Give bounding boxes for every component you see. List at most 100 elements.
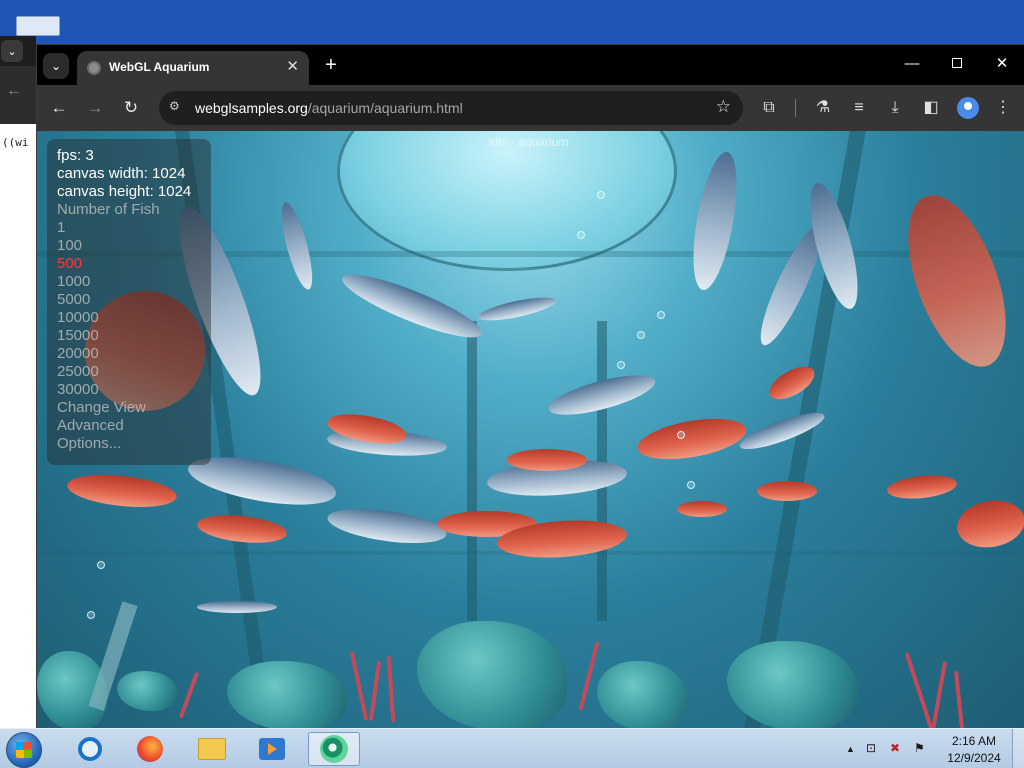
bubble (87, 611, 95, 619)
network-icon[interactable]: ⊡ (866, 741, 876, 755)
coral (904, 652, 934, 729)
red-fish (507, 449, 587, 471)
aquarium-info-panel: fps: 3 canvas width: 1024 canvas height:… (47, 139, 211, 465)
background-browser-window[interactable]: ⌄ ← ((wi (0, 36, 36, 728)
avatar-icon[interactable] (957, 97, 979, 119)
red-fish (888, 182, 1024, 380)
rock (117, 671, 177, 711)
red-fish (757, 481, 817, 501)
tuna-fish (197, 601, 277, 613)
star-icon[interactable]: ☆ (716, 97, 731, 117)
coral (578, 641, 600, 711)
browser-toolbar: ← → ↻ ⚙ webglsamples.org/aquarium/aquari… (37, 85, 1024, 131)
desktop-shortcut-icon[interactable] (16, 16, 60, 36)
red-fish (65, 470, 179, 512)
tuna-fish (476, 292, 558, 326)
url-text[interactable]: webglsamples.org/aquarium/aquarium.html (195, 100, 463, 116)
clock-time[interactable]: 2:16 AM (948, 734, 1000, 748)
bubble (637, 331, 645, 339)
close-icon[interactable]: ✕ (987, 53, 1017, 75)
fish-options-title: Number of Fish (57, 201, 160, 218)
kebab-menu-icon[interactable]: ⋮ (991, 96, 1015, 120)
fish-option-25000[interactable]: 25000 (57, 363, 201, 381)
rock (417, 621, 567, 729)
clock-date[interactable]: 12/9/2024 (944, 751, 1004, 765)
download-icon[interactable]: ⤓ (883, 96, 907, 120)
minimize-icon[interactable]: — (897, 53, 927, 75)
browser-window: ⌄ WebGL Aquarium ✕ + — ✕ ← → ↻ ⚙ webglsa… (36, 44, 1024, 729)
background-toolbar: ← (0, 66, 36, 124)
fish-option-500[interactable]: 500 (57, 255, 201, 273)
options-link[interactable]: Options... (57, 435, 201, 453)
arrow-left-icon[interactable]: ← (47, 96, 71, 120)
page-caption: idle - aquarium (489, 135, 569, 149)
fish-option-10000[interactable]: 10000 (57, 309, 201, 327)
background-titlebar: ⌄ (0, 36, 36, 66)
flag-icon[interactable]: ⚑ (914, 741, 925, 755)
arrow-left-icon[interactable]: ← (6, 82, 22, 100)
advanced-link[interactable]: Advanced (57, 417, 201, 435)
toolbar-divider (795, 99, 796, 117)
fps-readout: fps: 3 (57, 147, 94, 164)
red-fish (677, 501, 727, 517)
puzzle-icon[interactable]: ⧉ (757, 96, 781, 120)
taskbar: ▲ ⊡ ✖ ⚑ 2:16 AM 12/9/2024 (0, 728, 1024, 768)
canvas-width-readout: canvas width: 1024 (57, 165, 186, 182)
tab-search-button[interactable]: ⌄ (43, 53, 69, 79)
firefox-icon[interactable] (124, 732, 176, 766)
fish-option-20000[interactable]: 20000 (57, 345, 201, 363)
tune-icon[interactable]: ⚙ (169, 99, 180, 113)
internet-explorer-icon[interactable] (64, 732, 116, 766)
tuna-fish (325, 502, 449, 550)
fish-option-100[interactable]: 100 (57, 237, 201, 255)
url-host: webglsamples.org (195, 100, 308, 116)
tuna-fish (336, 263, 488, 349)
tuna-fish (275, 199, 319, 293)
playlist-icon[interactable]: ≡ (847, 96, 871, 120)
tuna-fish (685, 148, 745, 294)
fish-option-15000[interactable]: 15000 (57, 327, 201, 345)
folder-icon[interactable] (186, 732, 238, 766)
support-beam (467, 321, 477, 621)
media-player-icon[interactable] (246, 732, 298, 766)
plus-icon[interactable]: + (319, 53, 343, 77)
chrome-app-icon[interactable] (308, 732, 360, 766)
fish-option-1000[interactable]: 1000 (57, 273, 201, 291)
address-bar[interactable]: ⚙ webglsamples.org/aquarium/aquarium.htm… (159, 91, 743, 125)
coral (178, 671, 200, 719)
fish-option-5000[interactable]: 5000 (57, 291, 201, 309)
arrow-right-icon[interactable]: → (83, 96, 107, 120)
background-page-text: ((wi (2, 136, 29, 149)
show-desktop-button[interactable] (1012, 729, 1024, 768)
red-fish (634, 411, 750, 467)
close-icon[interactable]: ✕ (286, 58, 299, 76)
coral (953, 670, 965, 729)
canvas-height-readout: canvas height: 1024 (57, 183, 192, 200)
fish-option-1[interactable]: 1 (57, 219, 201, 237)
aquarium-canvas[interactable]: idle - aquarium fps: 3 canvas width: 102… (37, 131, 1024, 729)
fish-option-30000[interactable]: 30000 (57, 381, 201, 399)
red-fish (886, 472, 958, 502)
maximize-icon[interactable] (942, 53, 972, 75)
globe-icon (87, 61, 101, 75)
windows-start-icon[interactable] (6, 732, 42, 768)
rock (597, 661, 687, 729)
tray-chevron[interactable]: ▲ (846, 744, 855, 754)
reload-icon[interactable]: ↻ (119, 96, 143, 120)
bubble (657, 311, 665, 319)
coral (930, 661, 948, 729)
bubble (687, 481, 695, 489)
bubble (577, 231, 585, 239)
change-view-link[interactable]: Change View (57, 399, 201, 417)
volume-muted-icon[interactable]: ✖ (890, 741, 900, 755)
bubble (617, 361, 625, 369)
red-fish (195, 511, 289, 547)
tab-webgl-aquarium[interactable]: WebGL Aquarium ✕ (77, 51, 309, 85)
flask-icon[interactable]: ⚗ (811, 96, 835, 120)
tab-title: WebGL Aquarium (109, 60, 210, 74)
side-panel-icon[interactable]: ◧ (919, 96, 943, 120)
glass-dome (337, 131, 677, 271)
chevron-down-icon[interactable]: ⌄ (1, 40, 23, 62)
coral (386, 655, 396, 723)
tuna-fish (736, 406, 828, 456)
